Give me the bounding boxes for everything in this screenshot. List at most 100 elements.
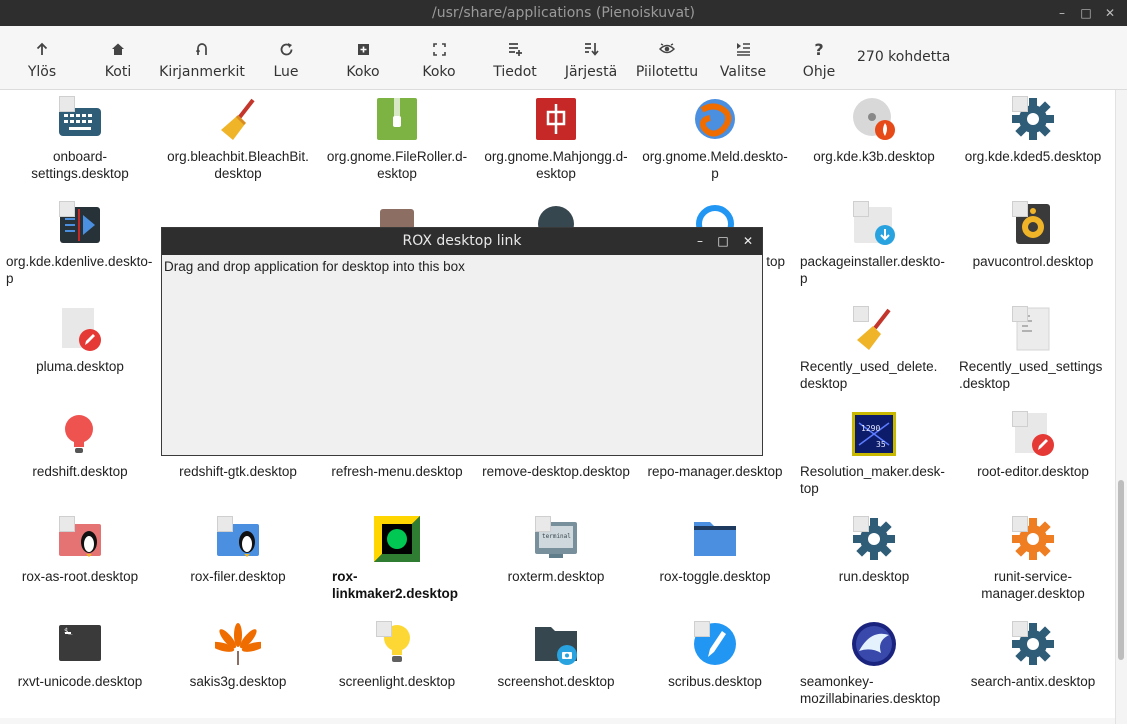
file-item[interactable]: org.kde.k3b.desktop [794,90,954,195]
file-item[interactable]: org.gnome.Meld.deskto-p [635,90,795,195]
file-item[interactable]: seamonkey-mozillabinaries.desktop [794,615,954,720]
vertical-scrollbar[interactable] [1115,90,1127,724]
toolbar: Ylös Koti Kirjanmerkit Lue Koko Koko Tie… [0,26,1127,90]
file-item[interactable]: Recently_used_settings .desktop [953,300,1113,405]
doc-corner-icon [59,96,75,112]
window-close-button[interactable]: ✕ [1101,4,1119,22]
file-name: remove-desktop.desktop [482,464,630,479]
file-item[interactable]: rox-toggle.desktop [635,510,795,615]
doc-corner-icon [853,201,869,217]
file-item[interactable]: terminal roxterm.desktop [476,510,636,615]
file-name: org.kde.kdenlive.deskto-p [6,254,153,286]
doc-corner-icon [217,516,233,532]
window-title: /usr/share/applications (Pienoiskuvat) [432,5,695,21]
file-item[interactable]: packageinstaller.deskto-p [794,195,954,300]
home-button[interactable]: Koti [78,26,158,89]
window-minimize-button[interactable]: – [1053,4,1071,22]
item-count: 270 kohdetta [857,49,951,65]
file-item[interactable]: screenshot.desktop [476,615,636,720]
file-item[interactable]: onboard-settings.desktop [0,90,160,195]
camera-folder-icon [535,627,577,665]
bookmarks-button[interactable]: Kirjanmerkit [159,26,245,89]
file-item[interactable]: 1290 35 Resolution_maker.desk-top [794,405,954,510]
file-name: org.kde.k3b.desktop [813,149,935,164]
meld-icon [695,99,735,139]
file-name: Recently_used_settings .desktop [959,359,1103,391]
file-name: redshift-gtk.desktop [179,464,297,479]
file-name: redshift.desktop [32,464,128,479]
doc-corner-icon [59,516,75,532]
scrollbar-thumb[interactable] [1118,480,1124,660]
refresh-icon [280,42,292,55]
file-item[interactable]: run.desktop [794,510,954,615]
file-item[interactable]: pluma.desktop [0,300,160,405]
file-item[interactable]: scribus.desktop [635,615,795,720]
file-item[interactable]: rox-filer.desktop [158,510,318,615]
file-name: root-editor.desktop [977,464,1089,479]
file-name: refresh-menu.desktop [331,464,463,479]
file-name: rxvt-unicode.desktop [17,674,143,689]
terminal-icon: $_ [59,625,101,661]
rox-desktop-link-dialog[interactable]: ROX desktop link – □ ✕ Drag and drop app… [161,227,763,456]
help-icon: ? [814,39,824,59]
file-item[interactable]: $_ rxvt-unicode.desktop [0,615,160,720]
doc-corner-icon [1012,411,1028,427]
help-button[interactable]: ? Ohje [779,26,859,89]
file-item[interactable]: Recently_used_delete. desktop [794,300,954,405]
svg-text:terminal: terminal [542,533,571,540]
file-name: search-antix.desktop [970,674,1096,689]
svg-text:$_: $_ [64,627,73,635]
flower-icon [210,623,266,665]
doc-corner-icon [853,516,869,532]
file-name: org.gnome.Mahjongg.d-esktop [484,149,628,181]
doc-corner-icon [59,201,75,217]
file-item[interactable]: pavucontrol.desktop [953,195,1113,300]
file-name: rox-linkmaker2.desktop [332,569,459,601]
details-icon [508,43,522,56]
file-item[interactable]: rox-as-root.desktop [0,510,160,615]
text-edit-icon [62,308,101,351]
file-item[interactable]: redshift.desktop [0,405,160,510]
drop-zone-instructions[interactable]: Drag and drop application for desktop in… [164,259,465,274]
file-name: Recently_used_delete. desktop [800,359,938,391]
file-item[interactable]: org.kde.kded5.desktop [953,90,1113,195]
file-item[interactable]: screenlight.desktop [317,615,477,720]
file-name: pluma.desktop [36,359,124,374]
svg-text:1290: 1290 [861,424,880,433]
file-item[interactable]: search-antix.desktop [953,615,1113,720]
dialog-close-button[interactable]: ✕ [740,233,756,249]
arrow-up-icon [36,42,48,55]
window-maximize-button[interactable]: □ [1077,4,1095,22]
doc-corner-icon [1012,96,1028,112]
dialog-maximize-button[interactable]: □ [715,233,731,249]
file-name: org.kde.kded5.desktop [964,149,1102,164]
file-item[interactable]: runit-service-manager.desktop [953,510,1113,615]
disc-burn-icon [853,98,895,140]
dialog-title: ROX desktop link [402,233,522,249]
file-name: seamonkey-mozillabinaries.desktop [800,674,941,706]
file-name: pavucontrol.desktop [972,254,1094,269]
zoom-in-icon [357,43,369,55]
doc-corner-icon [535,516,551,532]
bottom-edge [0,718,1115,724]
doc-corner-icon [1012,201,1028,217]
window-titlebar[interactable]: /usr/share/applications (Pienoiskuvat) –… [0,0,1127,26]
file-name: onboard-settings.desktop [31,149,129,181]
file-item[interactable]: rox-linkmaker2.desktop [317,510,477,615]
doc-corner-icon [376,621,392,637]
svg-text:35: 35 [876,440,886,449]
resolution-icon: 1290 35 [852,412,896,456]
file-item[interactable]: org.bleachbit.BleachBit. desktop [158,90,318,195]
file-item[interactable]: org.kde.kdenlive.deskto-p [0,195,160,300]
sort-icon [584,43,599,56]
seamonkey-icon [852,622,896,666]
file-name: rox-filer.desktop [190,569,286,584]
file-item[interactable]: org.gnome.Mahjongg.d-esktop [476,90,636,195]
file-item[interactable]: org.gnome.FileRoller.d-esktop [317,90,477,195]
dialog-titlebar[interactable]: ROX desktop link – □ ✕ [162,228,762,255]
file-item[interactable]: sakis3g.desktop [158,615,318,720]
dialog-minimize-button[interactable]: – [692,233,708,249]
file-name: org.gnome.Meld.deskto-p [642,149,788,181]
folder-blue-icon [694,522,736,556]
file-item[interactable]: root-editor.desktop [953,405,1113,510]
